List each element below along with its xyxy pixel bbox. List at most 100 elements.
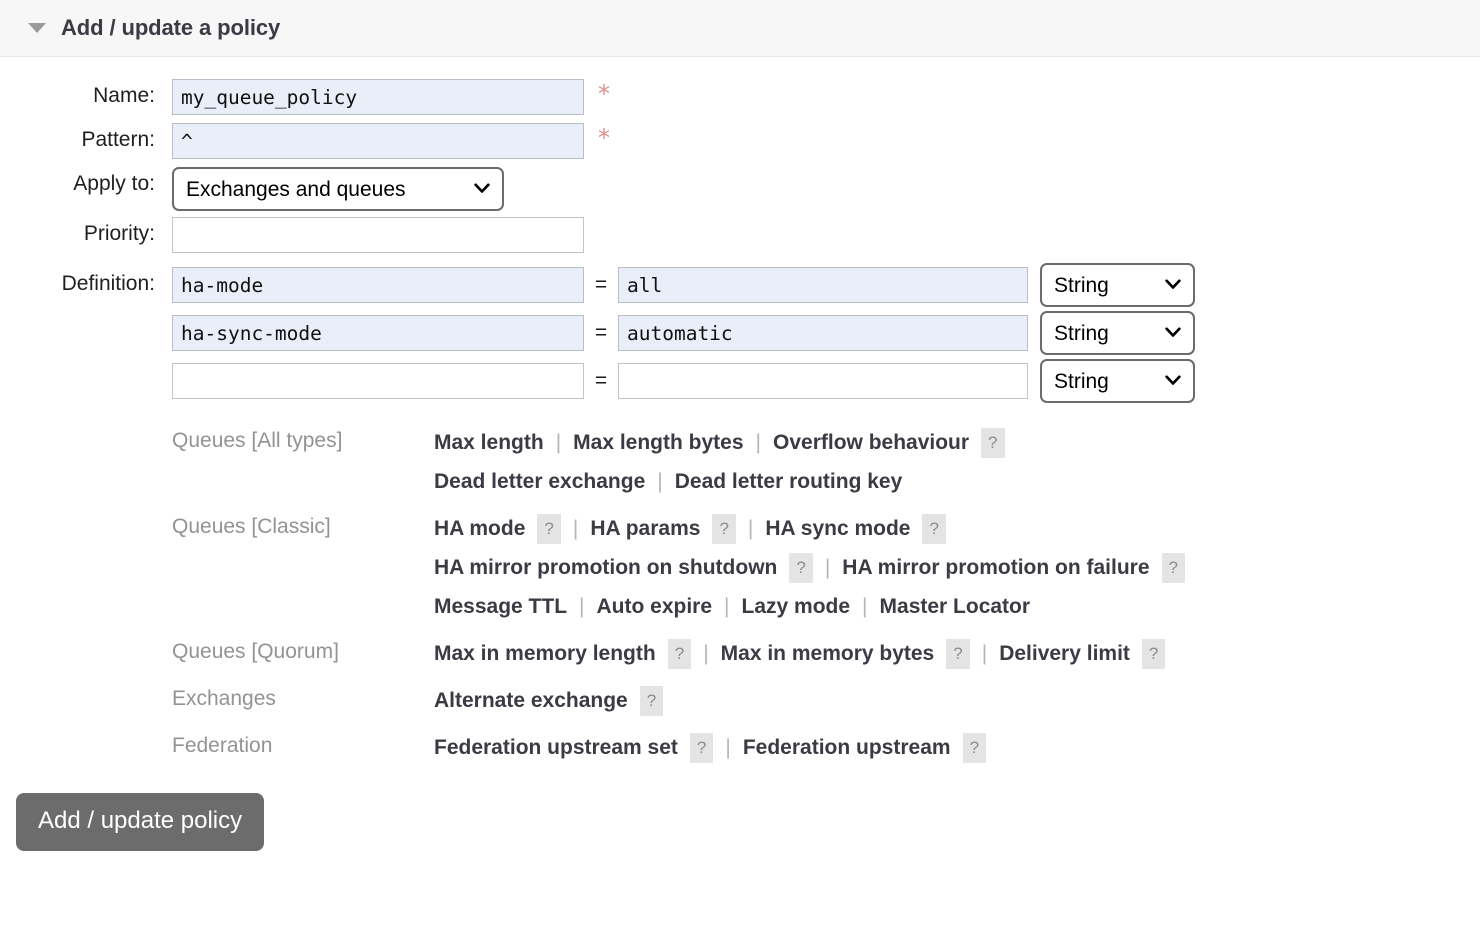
help-badge-icon[interactable]: ? — [946, 639, 969, 669]
hint-link[interactable]: HA mirror promotion on failure — [842, 552, 1149, 584]
hint-separator: | — [724, 591, 729, 623]
hint-link-list: Alternate exchange? — [434, 679, 663, 724]
definition-row: = String — [172, 359, 1195, 403]
panel-header[interactable]: Add / update a policy — [0, 0, 1480, 57]
definition-row: = String — [172, 311, 1195, 355]
hint-group: Queues [Classic]HA mode? | HA params? | HA s… — [172, 507, 1480, 630]
hint-group: FederationFederation upstream set?|Feder… — [172, 726, 1480, 771]
hint-link[interactable]: HA params — [590, 513, 700, 545]
hint-separator: | — [825, 552, 830, 584]
name-input[interactable] — [172, 79, 584, 115]
hint-line: Dead letter exchange | Dead letter routing… — [434, 466, 1005, 498]
apply-to-field-group: Exchanges and queues — [172, 167, 504, 211]
hint-link[interactable]: HA mirror promotion on shutdown — [434, 552, 777, 584]
pattern-required-marker: * — [598, 123, 610, 153]
hint-line: HA mode? | HA params? | HA sync mode? — [434, 513, 1185, 545]
help-badge-icon[interactable]: ? — [712, 514, 735, 544]
hint-link[interactable]: HA sync mode — [765, 513, 910, 545]
hint-separator: | — [657, 466, 662, 498]
hint-link-list: Max length | Max length bytes | Overflow beh… — [434, 421, 1005, 505]
hint-line: Message TTL|Auto expire|Lazy mode|Master… — [434, 591, 1185, 623]
hint-link[interactable]: Dead letter routing key — [675, 466, 903, 498]
definition-equals: = — [584, 369, 618, 393]
hint-link[interactable]: Dead letter exchange — [434, 466, 645, 498]
definition-value-input[interactable] — [618, 363, 1028, 399]
definition-equals: = — [584, 321, 618, 345]
help-badge-icon[interactable]: ? — [690, 733, 713, 763]
hint-link[interactable]: Max in memory length — [434, 638, 656, 670]
hint-link[interactable]: Federation upstream — [743, 732, 951, 764]
definition-type-select[interactable]: String — [1040, 263, 1195, 307]
definition-type-select[interactable]: String — [1040, 311, 1195, 355]
hint-line: HA mirror promotion on shutdown? | HA mirr… — [434, 552, 1185, 584]
hint-separator: | — [703, 638, 708, 670]
form-row-name: Name: * — [0, 79, 1480, 115]
help-badge-icon[interactable]: ? — [981, 428, 1004, 458]
hint-category-label: Exchanges — [172, 679, 434, 711]
apply-to-label: Apply to: — [0, 167, 155, 196]
hint-link[interactable]: Delivery limit — [999, 638, 1130, 670]
pattern-input[interactable] — [172, 123, 584, 159]
definition-key-input[interactable] — [172, 315, 584, 351]
help-badge-icon[interactable]: ? — [1142, 639, 1165, 669]
hint-link[interactable]: Overflow behaviour — [773, 427, 969, 459]
policy-form: Name: * Pattern: * Apply to: Exchanges a… — [0, 57, 1480, 851]
help-badge-icon[interactable]: ? — [789, 553, 812, 583]
form-row-priority: Priority: — [0, 217, 1480, 253]
hint-line: Max length | Max length bytes | Overflow beh… — [434, 427, 1005, 459]
help-badge-icon[interactable]: ? — [963, 733, 986, 763]
name-field-group: * — [172, 79, 610, 115]
help-badge-icon[interactable]: ? — [640, 686, 663, 716]
definition-type-select-wrap: String — [1040, 311, 1195, 355]
definition-key-input[interactable] — [172, 363, 584, 399]
hint-link[interactable]: Auto expire — [597, 591, 713, 623]
hint-category-label: Queues [All types] — [172, 421, 434, 453]
definition-label: Definition: — [0, 263, 155, 296]
triangle-down-icon[interactable] — [28, 23, 46, 33]
hint-line: Federation upstream set? | Federation upst… — [434, 732, 986, 764]
definition-value-input[interactable] — [618, 267, 1028, 303]
hint-link[interactable]: Message TTL — [434, 591, 567, 623]
add-update-policy-button[interactable]: Add / update policy — [16, 793, 264, 851]
policy-shortcut-hints: Queues [All types]Max length | Max length … — [172, 421, 1480, 771]
apply-to-select[interactable]: Exchanges and queues — [172, 167, 504, 211]
hint-separator: | — [725, 732, 730, 764]
hint-category-label: Federation — [172, 726, 434, 758]
definition-rows: = String = String — [172, 263, 1195, 407]
hint-separator: | — [748, 513, 753, 545]
help-badge-icon[interactable]: ? — [922, 514, 945, 544]
hint-link[interactable]: Master Locator — [880, 591, 1031, 623]
hint-link[interactable]: Alternate exchange — [434, 685, 628, 717]
hint-link[interactable]: Federation upstream set — [434, 732, 678, 764]
help-badge-icon[interactable]: ? — [537, 514, 560, 544]
priority-input[interactable] — [172, 217, 584, 253]
page-title: Add / update a policy — [61, 15, 280, 41]
hint-link[interactable]: Max length bytes — [573, 427, 743, 459]
hint-category-label: Queues [Quorum] — [172, 632, 434, 664]
hint-separator: | — [756, 427, 761, 459]
priority-field-group — [172, 217, 584, 253]
definition-row: = String — [172, 263, 1195, 307]
definition-type-select-wrap: String — [1040, 263, 1195, 307]
help-badge-icon[interactable]: ? — [1162, 553, 1185, 583]
hint-link[interactable]: HA mode — [434, 513, 525, 545]
hint-link[interactable]: Max in memory bytes — [721, 638, 935, 670]
form-row-definition: Definition: = String = St — [0, 263, 1480, 407]
hint-separator: | — [982, 638, 987, 670]
hint-line: Max in memory length? | Max in memory byte… — [434, 638, 1165, 670]
hint-category-label: Queues [Classic] — [172, 507, 434, 539]
hint-group: Queues [Quorum]Max in memory length?|Max… — [172, 632, 1480, 677]
hint-group: ExchangesAlternate exchange? — [172, 679, 1480, 724]
hint-link[interactable]: Lazy mode — [742, 591, 851, 623]
definition-key-input[interactable] — [172, 267, 584, 303]
apply-to-select-wrap: Exchanges and queues — [172, 167, 504, 211]
help-badge-icon[interactable]: ? — [668, 639, 691, 669]
definition-type-select-wrap: String — [1040, 359, 1195, 403]
hint-separator: | — [573, 513, 578, 545]
definition-value-input[interactable] — [618, 315, 1028, 351]
hint-link[interactable]: Max length — [434, 427, 544, 459]
definition-type-select[interactable]: String — [1040, 359, 1195, 403]
name-label: Name: — [0, 79, 155, 108]
hint-separator: | — [556, 427, 561, 459]
hint-link-list: Federation upstream set? | Federation upst… — [434, 726, 986, 771]
